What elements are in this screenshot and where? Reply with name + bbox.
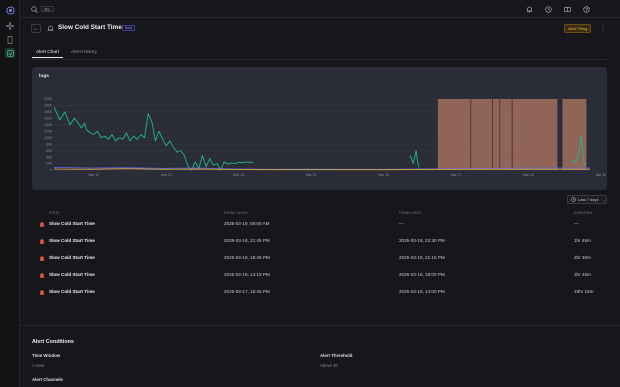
col-header-state: STATE [49, 211, 60, 215]
alert-band [471, 99, 493, 170]
y-tick-label: 20K [46, 162, 53, 166]
alert-band [500, 99, 512, 170]
y-tick-label: 80K [46, 142, 53, 146]
left-sidebar [0, 0, 20, 387]
firing-until: 2025-03-18, 21:15 PM [399, 255, 445, 260]
book-icon[interactable] [562, 4, 572, 14]
alert-siren-icon [39, 289, 45, 295]
mobile-icon[interactable] [5, 35, 15, 45]
alert-siren-icon [39, 221, 45, 227]
y-tick-label: 40K [46, 155, 53, 159]
time-range-select[interactable]: Last 7 days ⌄ [567, 195, 607, 204]
firing-since: 2025-03-18, 21:45 PM [224, 238, 270, 243]
alerts-nav-icon[interactable] [5, 48, 15, 58]
alert-siren-icon [39, 272, 45, 278]
alert-name: Slow Cold Start Time [49, 238, 95, 243]
alert-threshold-label: Alert Threshold [320, 353, 353, 358]
alert-firing-badge: Alert Firing [564, 24, 592, 33]
x-tick-label: Mar 12 [89, 173, 100, 177]
x-tick-label: Mar 18 [523, 173, 534, 177]
back-button[interactable]: ← [31, 24, 41, 33]
duration: — [574, 221, 579, 226]
alert-bell-icon [46, 24, 54, 33]
y-tick-label: 100K [44, 136, 53, 140]
x-tick-label: Mar 15 [306, 173, 317, 177]
firing-until: 2025-03-18, 22:30 PM [399, 238, 445, 243]
alert-band [562, 99, 587, 170]
page-header: ← Slow Cold Start Time Beta Alert Firing… [20, 18, 620, 40]
tabs-divider [32, 59, 607, 60]
y-tick-label: 60K [46, 149, 53, 153]
x-tick-label: Mar 17 [451, 173, 462, 177]
duration: 2hr 30m [574, 255, 591, 260]
calendar-icon [571, 196, 576, 203]
alert-conditions-title: Alert Conditions [32, 339, 74, 345]
tab-alert-history[interactable]: Alert History [67, 47, 101, 58]
firing-since: 2025-03-18, 14:15 PM [224, 272, 270, 277]
series-line [53, 106, 254, 171]
table-row[interactable]: Slow Cold Start Time 2025-03-19, 09:00 AM… [32, 216, 607, 233]
tabs: Alert Chart Alert History [32, 47, 101, 59]
x-tick-label: Mar 19 [596, 173, 607, 177]
firing-since: 2025-03-17, 18:45 PM [224, 289, 270, 294]
y-tick-label: 0 [50, 168, 52, 172]
alert-band [492, 99, 500, 170]
page-title: Slow Cold Start Time [58, 24, 122, 31]
col-header-firing-until: FIRING UNTIL [399, 211, 423, 215]
chevron-down-icon: ⌄ [602, 197, 606, 202]
y-tick-label: 120K [44, 129, 53, 133]
table-row[interactable]: Slow Cold Start Time 2025-03-18, 14:15 PM… [32, 267, 607, 284]
x-tick-label: Mar 16 [378, 173, 389, 177]
status-badge: Beta [122, 25, 136, 31]
alert-channels-label: Alert Channels [32, 377, 63, 382]
firing-until: — [399, 221, 404, 226]
firing-until: 2025-03-18, 18:00 PM [399, 272, 445, 277]
notification-bell-icon[interactable] [524, 4, 534, 14]
x-tick-label: Mar 14 [233, 173, 244, 177]
section-divider [20, 325, 620, 326]
alert-name: Slow Cold Start Time [49, 289, 95, 294]
alert-name: Slow Cold Start Time [49, 221, 95, 226]
help-icon[interactable] [581, 4, 591, 14]
y-tick-label: 140K [44, 123, 53, 127]
search-icon[interactable] [29, 4, 39, 14]
firing-since: 2025-03-19, 09:00 AM [224, 221, 270, 226]
duration: 1hr 45m [574, 238, 591, 243]
alert-band [512, 99, 558, 170]
chart-card: logs 220K 200K 180K 160K 140K 120K 100K 80K 60K 4… [32, 67, 607, 190]
alert-name: Slow Cold Start Time [49, 255, 95, 260]
table-row[interactable]: Slow Cold Start Time 2025-03-18, 18:45 PM… [32, 250, 607, 267]
table-row[interactable]: Slow Cold Start Time 2025-03-17, 18:45 PM… [32, 284, 607, 301]
search-shortcut: ⌘K [41, 6, 54, 12]
sparkle-icon[interactable] [5, 21, 15, 31]
time-window-label: Time Window [32, 353, 61, 358]
logo-icon[interactable] [5, 5, 15, 15]
y-tick-label: 160K [44, 117, 53, 121]
time-window-value: 1 Hour [32, 363, 45, 368]
alert-siren-icon [39, 255, 45, 261]
x-tick-label: Mar 13 [161, 173, 172, 177]
tab-alert-chart[interactable]: Alert Chart [32, 47, 63, 58]
col-header-duration: DURATION [574, 211, 593, 215]
duration: 19hr 15m [574, 289, 594, 294]
y-tick-label: 180K [44, 110, 53, 114]
firing-since: 2025-03-18, 18:45 PM [224, 255, 270, 260]
clock-icon[interactable] [543, 4, 553, 14]
col-header-firing-since: FIRING SINCE [224, 211, 248, 215]
alert-name: Slow Cold Start Time [49, 272, 95, 277]
logs-chart[interactable]: 220K 200K 180K 160K 140K 120K 100K 80K 60K 40K 20K… [32, 67, 607, 190]
y-tick-label: 200K [44, 104, 53, 108]
firing-until: 2025-03-18, 14:00 PM [399, 289, 445, 294]
top-bar: ⌘K MG [20, 0, 620, 18]
alert-threshold-value: Above 40 [320, 363, 338, 368]
alert-siren-icon [39, 238, 45, 244]
more-options-button[interactable]: ⋮ [599, 24, 607, 33]
time-range-label: Last 7 days [578, 197, 599, 202]
y-tick-label: 220K [44, 97, 53, 101]
series-line [409, 150, 420, 168]
alert-band [437, 99, 471, 170]
duration: 3hr 45m [574, 272, 591, 277]
table-row[interactable]: Slow Cold Start Time 2025-03-18, 21:45 PM… [32, 233, 607, 250]
